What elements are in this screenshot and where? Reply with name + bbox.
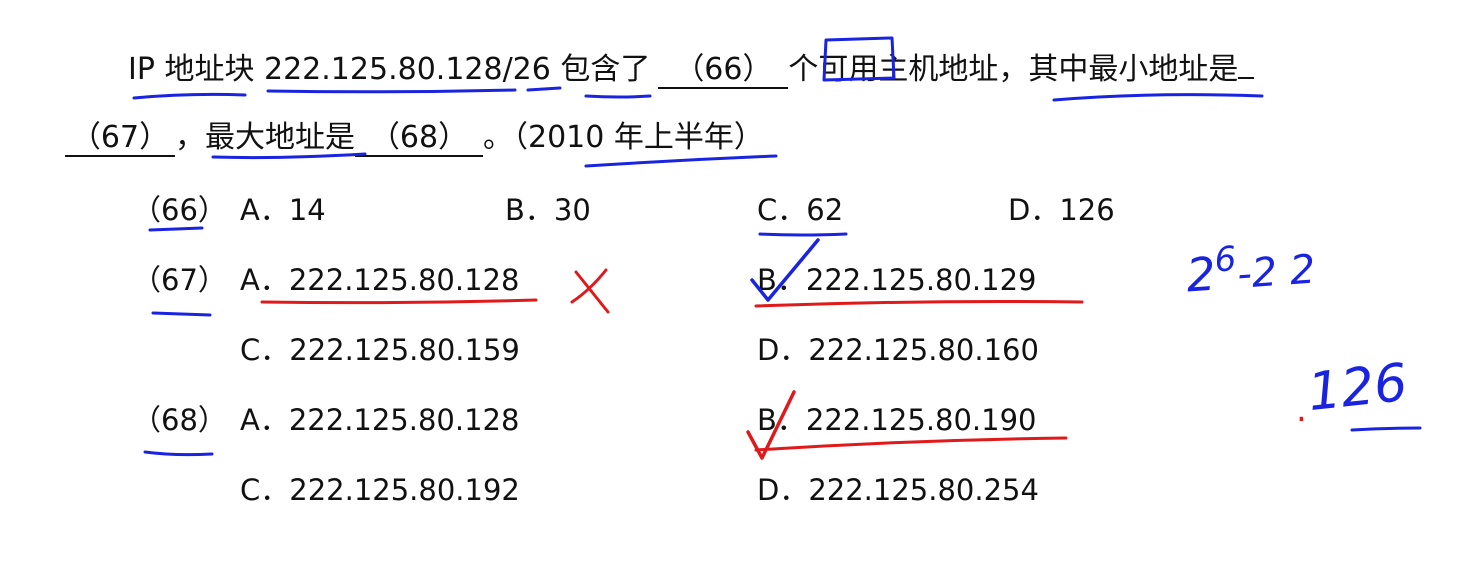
- q66-label: （66）: [132, 193, 227, 227]
- handwritten-number: 126: [1305, 352, 1411, 424]
- underline-address: [266, 88, 517, 94]
- q67-option-c: C．222.125.80.159: [240, 333, 520, 367]
- underline-min-address: [1052, 93, 1264, 102]
- q68-option-c: C．222.125.80.192: [240, 473, 520, 507]
- underline-contains: [584, 94, 652, 99]
- question-line-2: （67） ，最大地址是 （68） 。（2010 年上半年）: [65, 118, 764, 158]
- question-text-part-4: 。（2010 年上半年）: [483, 120, 764, 155]
- q67-label: （67）: [132, 263, 227, 297]
- red-underline-67b: [754, 300, 1084, 308]
- q68-option-a: A．222.125.80.128: [240, 403, 520, 437]
- blank-66: （66）: [658, 52, 789, 89]
- underline-ip-block: [132, 92, 247, 100]
- question-text-part-1: IP 地址块 222.125.80.128/26 包含了: [128, 52, 651, 87]
- underline-q68: [143, 450, 214, 457]
- q66-option-d: D．126: [1008, 193, 1115, 227]
- q66-option-a: A．14: [240, 193, 326, 227]
- q67-option-a: A．222.125.80.128: [240, 263, 520, 297]
- formula-base: 2: [1184, 246, 1218, 303]
- blank-67: （67）: [65, 121, 175, 157]
- q68-label: （68）: [132, 403, 227, 437]
- q66-option-b: B．30: [505, 193, 591, 227]
- q67-option-b: B．222.125.80.129: [757, 263, 1037, 297]
- question-line-1: IP 地址块 222.125.80.128/26 包含了 （66） 个可用主机地址，…: [128, 50, 1255, 90]
- underline-option-c62: [758, 232, 848, 237]
- handwritten-formula: 26-2 2: [1184, 234, 1317, 303]
- q68-option-b: B．222.125.80.190: [757, 403, 1037, 437]
- underline-126: [1350, 426, 1422, 432]
- blank-68-label: （68）: [369, 120, 469, 155]
- handwritten-dot: .: [1296, 390, 1307, 430]
- red-cross-mark: [570, 268, 610, 314]
- underline-q67: [151, 311, 212, 317]
- blank-66-label: （66）: [674, 52, 773, 87]
- formula-rest: -2 2: [1235, 246, 1317, 298]
- blank-67-label: （67）: [70, 120, 170, 155]
- q66-option-c: C．62: [757, 193, 844, 227]
- blank-68: （68）: [355, 121, 483, 157]
- formula-exponent: 6: [1213, 239, 1238, 281]
- red-underline-67a: [260, 298, 538, 305]
- q68-option-d: D．222.125.80.254: [757, 473, 1039, 507]
- trailing-blank: [1238, 77, 1255, 79]
- q67-option-d: D．222.125.80.160: [757, 333, 1039, 367]
- question-text-part-2: 个可用主机地址，其中最小地址是: [788, 52, 1239, 87]
- question-text-part-3: ，最大地址是: [175, 120, 355, 155]
